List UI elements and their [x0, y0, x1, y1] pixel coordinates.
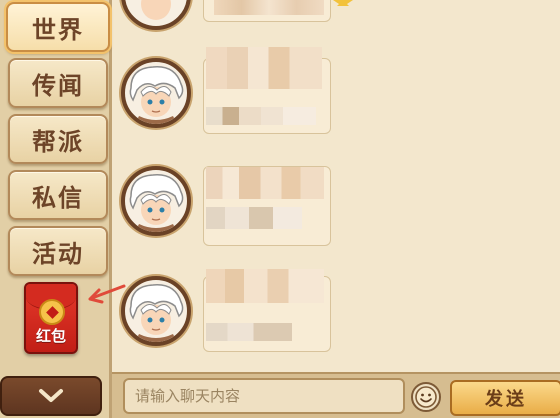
chat-log[interactable] — [115, 0, 560, 372]
message-bubble — [203, 269, 331, 352]
tab-events-label: 活动 — [32, 239, 84, 268]
tab-private-label: 私信 — [32, 183, 84, 212]
message-bubble — [203, 47, 331, 134]
avatar[interactable] — [121, 0, 191, 30]
emoji-button[interactable] — [411, 382, 441, 412]
chevron-down-icon — [39, 389, 63, 402]
star-icon — [333, 0, 353, 6]
collapse-button[interactable] — [0, 376, 102, 416]
smiley-face-icon — [415, 386, 437, 408]
avatar[interactable] — [121, 166, 191, 236]
red-packet-button[interactable]: 红包 — [24, 282, 78, 354]
tab-events[interactable]: 活动 — [8, 226, 108, 276]
chat-input[interactable] — [123, 378, 405, 414]
message-bubble — [203, 166, 331, 246]
avatar[interactable] — [121, 276, 191, 346]
tab-guild[interactable]: 帮派 — [8, 114, 108, 164]
tab-guild-label: 帮派 — [32, 127, 84, 156]
chat-input-bar: 发送 — [112, 372, 560, 418]
tab-rumors-label: 传闻 — [32, 71, 84, 100]
tab-world[interactable]: 世界 — [6, 2, 110, 52]
tab-private[interactable]: 私信 — [8, 170, 108, 220]
tab-rumors[interactable]: 传闻 — [8, 58, 108, 108]
tab-world-label: 世界 — [32, 15, 84, 44]
send-button[interactable]: 发送 — [450, 380, 560, 416]
red-packet-label: 红包 — [35, 327, 66, 345]
coin-icon — [39, 299, 65, 325]
message-bubble — [203, 0, 331, 22]
channel-sidebar: 世界 传闻 帮派 私信 活动 红包 — [0, 0, 112, 418]
avatar[interactable] — [121, 58, 191, 128]
